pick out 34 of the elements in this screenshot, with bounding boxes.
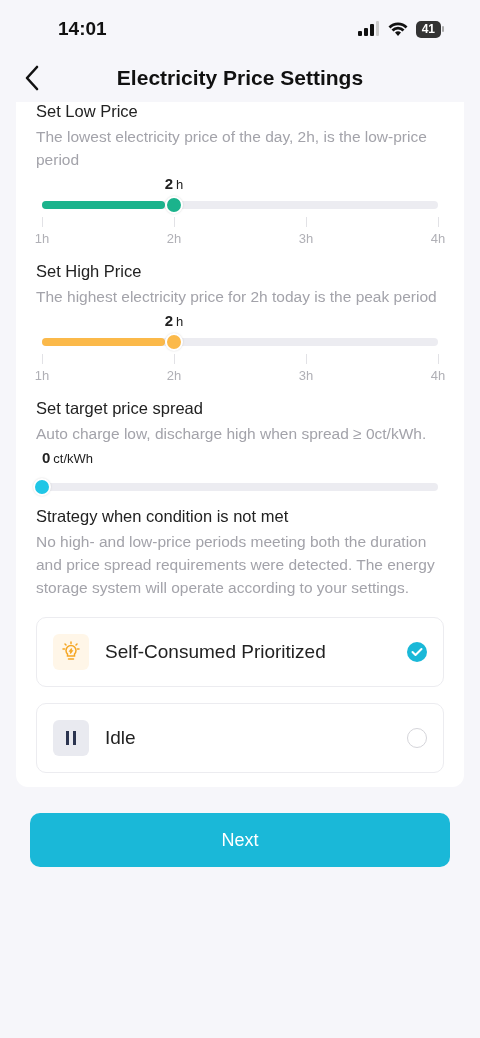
slider-thumb[interactable] xyxy=(33,478,51,496)
slider-value: 2 h xyxy=(164,175,184,194)
slider-thumb[interactable] xyxy=(165,333,183,351)
strategy-description: No high- and low-price periods meeting both the duration and price spread requirements were detected. The energy storage system will operate according to your settings. xyxy=(36,532,436,598)
tick-label: 2h xyxy=(166,368,182,383)
tick-label: 2h xyxy=(166,231,182,246)
signal-icon xyxy=(357,21,380,37)
page-title: Electricity Price Settings xyxy=(115,66,365,90)
slider-value: 0 ct/kWh xyxy=(42,449,94,468)
setting-description: The lowest electricity price of the day, 2h, is the low-price period xyxy=(36,127,428,170)
tick-label: 1h xyxy=(34,231,50,246)
option-label: Self-Consumed Prioritized xyxy=(105,641,327,663)
option-label: Idle xyxy=(105,727,137,749)
slider-thumb[interactable] xyxy=(165,196,183,214)
strategy-title: Strategy when condition is not met xyxy=(36,507,290,526)
setting-title: Set Low Price xyxy=(36,102,139,121)
tick-label: 1h xyxy=(34,368,50,383)
tick-label: 4h xyxy=(430,231,446,246)
setting-title: Set target price spread xyxy=(36,399,204,418)
strategy-option[interactable]: Idle xyxy=(36,703,444,773)
setting-description: The highest electricity price for 2h today is the peak period xyxy=(36,287,438,307)
strategy-option[interactable]: Self-Consumed Prioritized xyxy=(36,617,444,687)
battery-level: 41 xyxy=(415,20,441,38)
pause-icon xyxy=(53,720,89,756)
setting-description: Auto charge low, discharge high when spread ≥ 0ct/kWh. xyxy=(36,424,428,444)
status-time: 14:01 xyxy=(58,18,107,40)
lightbulb-icon xyxy=(53,634,89,670)
setting-title: Set High Price xyxy=(36,262,143,281)
tick-label: 4h xyxy=(430,368,446,383)
slider-value: 2 h xyxy=(164,312,184,331)
tick-label: 3h xyxy=(298,231,314,246)
tick-label: 3h xyxy=(298,368,314,383)
wifi-icon xyxy=(387,21,408,37)
radio-button[interactable] xyxy=(407,642,427,662)
